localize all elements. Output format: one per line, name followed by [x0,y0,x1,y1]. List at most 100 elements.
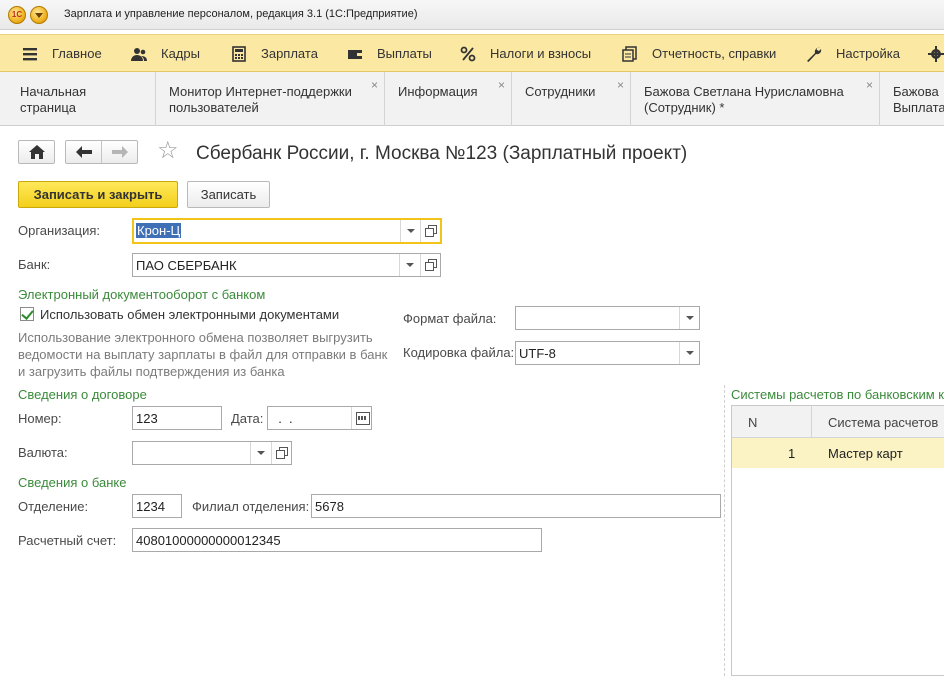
file-encoding-field[interactable]: UTF-8 [515,341,700,365]
section-label: Зарплата [261,46,318,61]
use-edo-checkbox[interactable] [20,307,34,321]
file-format-field[interactable] [515,306,700,330]
open-icon[interactable] [420,254,440,276]
tab-payment[interactable]: Бажова Выплата [881,72,944,126]
date-value: . . [271,411,293,426]
window-title: Зарплата и управление персоналом, редакц… [64,8,418,20]
splitter[interactable] [724,385,725,676]
organization-value: Крон-Ц [136,223,182,238]
date-field[interactable]: . . [267,406,372,430]
tab-label: Монитор Интернет-поддержки пользователей [169,84,352,115]
home-button[interactable] [18,140,55,164]
close-icon[interactable]: × [371,78,378,92]
tab-label: Бажова Выплата [893,84,944,115]
table-header: N Система расчетов [732,406,944,438]
section-label: Налоги и взносы [490,46,592,61]
tab-label: Начальная страница [20,84,87,115]
account-label: Расчетный счет: [18,533,117,548]
contract-group-title: Сведения о договоре [18,387,147,402]
tab-monitor[interactable]: Монитор Интернет-поддержки пользователей… [157,72,385,126]
bank-label: Банк: [18,257,51,272]
organization-field[interactable]: Крон-Ц [132,218,442,244]
save-and-close-button[interactable]: Записать и закрыть [18,181,178,208]
back-button[interactable] [66,141,102,163]
section-label: Отчетность, справки [652,46,777,61]
calendar-icon[interactable] [351,407,371,429]
branch-value: 1234 [136,499,165,514]
reports-icon [622,46,637,62]
file-format-label: Формат файла: [403,311,497,326]
window-titlebar: 1С Зарплата и управление персоналом, ред… [0,0,944,30]
section-label: Кадры [161,46,200,61]
open-icon[interactable] [420,220,440,242]
tab-employees[interactable]: Сотрудники × [513,72,631,126]
branch-field[interactable]: 1234 [132,494,182,518]
file-encoding-value: UTF-8 [519,346,556,361]
home-icon [29,145,45,159]
currency-field[interactable] [132,441,292,465]
payment-systems-table: N Система расчетов 1 Мастер карт [731,405,944,676]
percent-icon [460,46,476,62]
organization-label: Организация: [18,223,101,238]
chevron-down-icon[interactable] [399,254,419,276]
arrow-left-icon [76,146,92,158]
number-label: Номер: [18,411,62,426]
column-header-n[interactable]: N [748,415,757,430]
chevron-down-icon[interactable] [679,307,699,329]
forward-button[interactable] [102,141,137,163]
column-header-system[interactable]: Система расчетов [828,415,938,430]
section-label: Выплаты [377,46,432,61]
tab-label: Информация [398,84,478,99]
calculator-icon [232,46,246,62]
tab-label: Сотрудники [525,84,596,99]
edo-hint: Использование электронного обмена позвол… [18,330,388,379]
favorite-star-icon[interactable]: ☆ [157,139,179,163]
close-icon[interactable]: × [866,78,873,92]
wallet-icon [348,50,362,59]
sub-branch-field[interactable]: 5678 [311,494,721,518]
row-system: Мастер карт [828,446,903,461]
edo-group-title: Электронный документооборот с банком [18,287,266,302]
payment-systems-title: Системы расчетов по банковским к [731,387,944,402]
sub-branch-label: Филиал отделения: [192,499,310,514]
sub-branch-value: 5678 [315,499,344,514]
chevron-down-icon[interactable] [250,442,270,464]
save-button[interactable]: Записать [187,181,270,208]
use-edo-label[interactable]: Использовать обмен электронными документ… [40,307,339,322]
people-icon [131,48,147,61]
app-menu-button[interactable] [30,6,48,24]
date-label: Дата: [231,411,264,426]
chevron-down-icon[interactable] [400,220,420,242]
section-label: Главное [52,46,102,61]
tab-home[interactable]: Начальная страница [8,72,156,126]
section-label: Настройка [836,46,900,61]
sections-panel: Главное Кадры Зарплата Выплаты Налоги и … [0,34,944,72]
chevron-down-icon[interactable] [679,342,699,364]
column-divider [811,406,812,438]
menu-icon [23,48,37,61]
branch-label: Отделение: [18,499,89,514]
file-encoding-label: Кодировка файла: [403,345,515,360]
close-icon[interactable]: × [498,78,505,92]
form-title: Сбербанк России, г. Москва №123 (Зарплат… [196,143,688,164]
tab-info[interactable]: Информация × [386,72,512,126]
table-row[interactable]: 1 Мастер карт [732,438,944,468]
arrow-right-icon [112,146,128,158]
number-value: 123 [136,411,158,426]
tab-label: Бажова Светлана Нурисламовна (Сотрудник)… [644,84,844,115]
gear-icon[interactable] [928,46,944,62]
close-icon[interactable]: × [617,78,624,92]
bank-value: ПАО СБЕРБАНК [136,258,237,273]
number-field[interactable]: 123 [132,406,222,430]
tab-employee-card[interactable]: Бажова Светлана Нурисламовна (Сотрудник)… [632,72,880,126]
bank-info-group-title: Сведения о банке [18,475,127,490]
row-number: 1 [788,446,796,461]
account-value: 40801000000000012345 [136,533,281,548]
bank-field[interactable]: ПАО СБЕРБАНК [132,253,441,277]
account-field[interactable]: 40801000000000012345 [132,528,542,552]
tabs-bar: Начальная страница Монитор Интернет-подд… [0,72,944,126]
app-logo-icon[interactable]: 1С [8,6,26,24]
open-icon[interactable] [271,442,291,464]
wrench-icon [807,47,822,62]
nav-buttons [65,140,138,164]
